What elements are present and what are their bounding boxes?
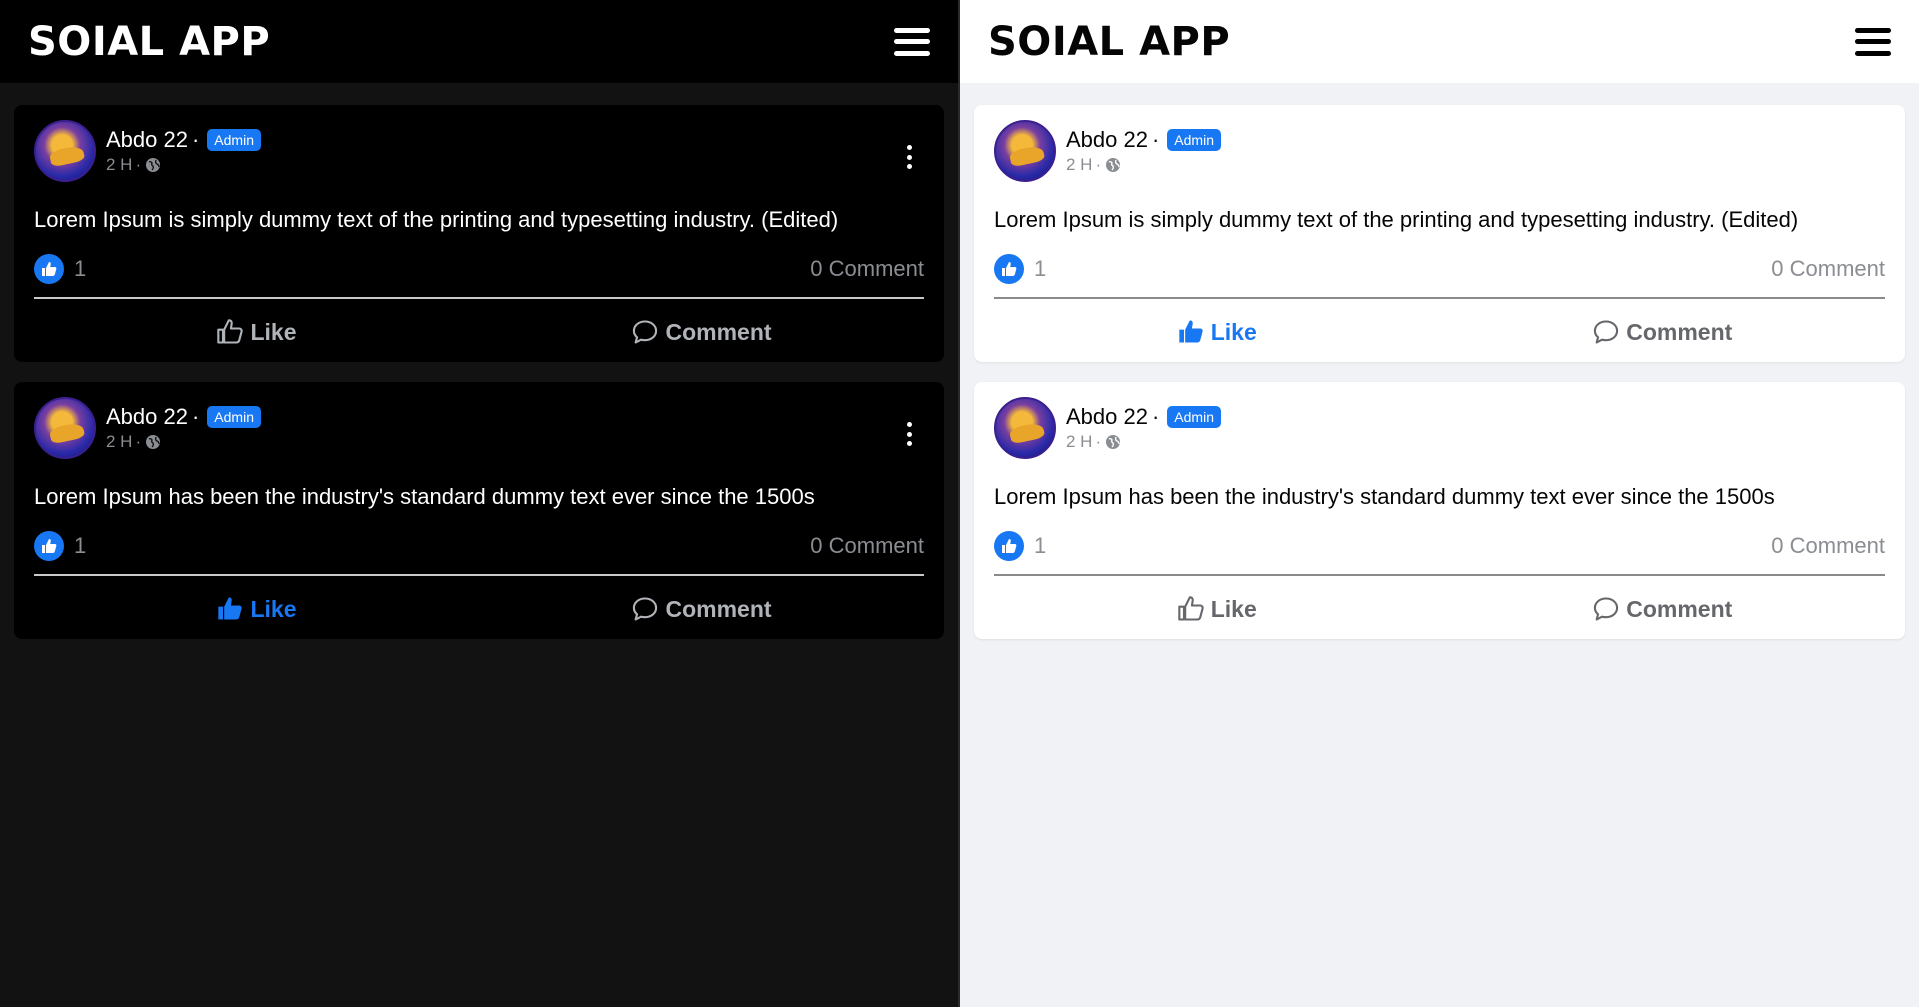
- post-time[interactable]: 2 H: [1066, 155, 1092, 175]
- post-card: Abdo 22 · Admin 2 H · Lorem Ipsum has be…: [974, 382, 1905, 639]
- comment-label: Comment: [665, 318, 772, 345]
- post-text: Lorem Ipsum is simply dummy text of the …: [994, 207, 1799, 232]
- comment-button[interactable]: Comment: [1440, 595, 1886, 623]
- comment-count[interactable]: 0 Comment: [810, 256, 924, 282]
- likes-count[interactable]: 1: [74, 533, 86, 559]
- separator-dot: ·: [1095, 432, 1102, 451]
- post-card: Abdo 22 · Admin 2 H · Lorem Ipsum has be…: [14, 382, 944, 639]
- likes-count[interactable]: 1: [1034, 256, 1046, 282]
- comment-button[interactable]: Comment: [479, 595, 924, 623]
- admin-badge: Admin: [1167, 129, 1221, 151]
- dark-panel: SOIAL APP Abdo 22 · Admin 2 H · Lorem Ip…: [0, 0, 960, 1007]
- thumbs-up-filled-icon: [1179, 320, 1203, 343]
- avatar[interactable]: [34, 397, 96, 459]
- separator-dot: ·: [1151, 404, 1160, 429]
- like-label: Like: [1210, 318, 1257, 345]
- author-name[interactable]: Abdo 22: [106, 404, 188, 430]
- comment-count[interactable]: 0 Comment: [1771, 533, 1885, 559]
- app-title: SOIAL APP: [988, 18, 1231, 65]
- author-name[interactable]: Abdo 22: [1066, 404, 1148, 430]
- post-text: Lorem Ipsum has been the industry's stan…: [994, 484, 1775, 509]
- like-button[interactable]: Like: [994, 595, 1440, 623]
- separator-dot: ·: [135, 432, 142, 451]
- like-button[interactable]: Like: [994, 318, 1440, 346]
- admin-badge: Admin: [207, 406, 261, 428]
- separator-dot: ·: [191, 127, 200, 152]
- comment-count[interactable]: 0 Comment: [1771, 256, 1885, 282]
- like-reaction-icon[interactable]: [994, 531, 1024, 561]
- like-label: Like: [250, 595, 297, 622]
- post-time[interactable]: 2 H: [106, 155, 132, 175]
- post-time[interactable]: 2 H: [106, 432, 132, 452]
- author-name[interactable]: Abdo 22: [1066, 127, 1148, 153]
- comment-label: Comment: [1626, 595, 1733, 622]
- separator-dot: ·: [1151, 127, 1160, 152]
- app-header: SOIAL APP: [960, 0, 1919, 83]
- light-panel: SOIAL APP Abdo 22 · Admin 2 H · Lorem Ip…: [960, 0, 1919, 1007]
- thumbs-up-filled-icon: [218, 597, 243, 620]
- comment-count[interactable]: 0 Comment: [810, 533, 924, 559]
- likes-count[interactable]: 1: [1034, 533, 1046, 559]
- admin-badge: Admin: [207, 129, 261, 151]
- comment-label: Comment: [665, 595, 772, 622]
- speech-bubble-icon: [633, 597, 658, 621]
- like-label: Like: [250, 318, 297, 345]
- hamburger-menu-icon[interactable]: [1853, 25, 1893, 59]
- post-card: Abdo 22 · Admin 2 H · Lorem Ipsum is sim…: [974, 105, 1905, 362]
- comment-button[interactable]: Comment: [1440, 318, 1886, 346]
- post-text: Lorem Ipsum has been the industry's stan…: [34, 484, 815, 509]
- like-reaction-icon[interactable]: [994, 254, 1024, 284]
- avatar[interactable]: [994, 120, 1056, 182]
- author-name[interactable]: Abdo 22: [106, 127, 188, 153]
- admin-badge: Admin: [1167, 406, 1221, 428]
- separator-dot: ·: [191, 404, 200, 429]
- app-header: SOIAL APP: [0, 0, 958, 83]
- like-label: Like: [1210, 595, 1257, 622]
- globe-icon: [146, 158, 161, 172]
- globe-icon: [146, 435, 161, 449]
- avatar[interactable]: [34, 120, 96, 182]
- globe-icon: [1106, 158, 1121, 172]
- post-header: Abdo 22 · Admin 2 H ·: [34, 396, 924, 460]
- comment-label: Comment: [1626, 318, 1733, 345]
- speech-bubble-icon: [633, 320, 658, 344]
- post-header: Abdo 22 · Admin 2 H ·: [994, 396, 1885, 460]
- likes-count[interactable]: 1: [74, 256, 86, 282]
- post-stats: 1 0 Comment: [994, 528, 1885, 564]
- like-button[interactable]: Like: [34, 595, 479, 623]
- comment-button[interactable]: Comment: [479, 318, 924, 346]
- speech-bubble-icon: [1594, 320, 1619, 344]
- separator-dot: ·: [1095, 155, 1102, 174]
- post-stats: 1 0 Comment: [994, 251, 1885, 287]
- separator-dot: ·: [135, 155, 142, 174]
- post-feed: Abdo 22 · Admin 2 H · Lorem Ipsum is sim…: [0, 83, 958, 639]
- post-time[interactable]: 2 H: [1066, 432, 1092, 452]
- thumbs-up-outline-icon: [1178, 596, 1204, 621]
- globe-icon: [1106, 435, 1121, 449]
- post-text: Lorem Ipsum is simply dummy text of the …: [34, 207, 839, 232]
- thumbs-up-outline-icon: [217, 319, 244, 344]
- avatar[interactable]: [994, 397, 1056, 459]
- like-button[interactable]: Like: [34, 318, 479, 346]
- post-header: Abdo 22 · Admin 2 H ·: [994, 119, 1885, 183]
- app-title: SOIAL APP: [28, 18, 271, 65]
- post-feed: Abdo 22 · Admin 2 H · Lorem Ipsum is sim…: [960, 83, 1919, 639]
- post-header: Abdo 22 · Admin 2 H ·: [34, 119, 924, 183]
- post-stats: 1 0 Comment: [34, 251, 924, 287]
- post-card: Abdo 22 · Admin 2 H · Lorem Ipsum is sim…: [14, 105, 944, 362]
- like-reaction-icon[interactable]: [34, 254, 64, 284]
- speech-bubble-icon: [1594, 597, 1619, 621]
- more-options-icon[interactable]: [904, 422, 914, 446]
- more-options-icon[interactable]: [904, 145, 914, 169]
- like-reaction-icon[interactable]: [34, 531, 64, 561]
- post-stats: 1 0 Comment: [34, 528, 924, 564]
- hamburger-menu-icon[interactable]: [892, 25, 932, 59]
